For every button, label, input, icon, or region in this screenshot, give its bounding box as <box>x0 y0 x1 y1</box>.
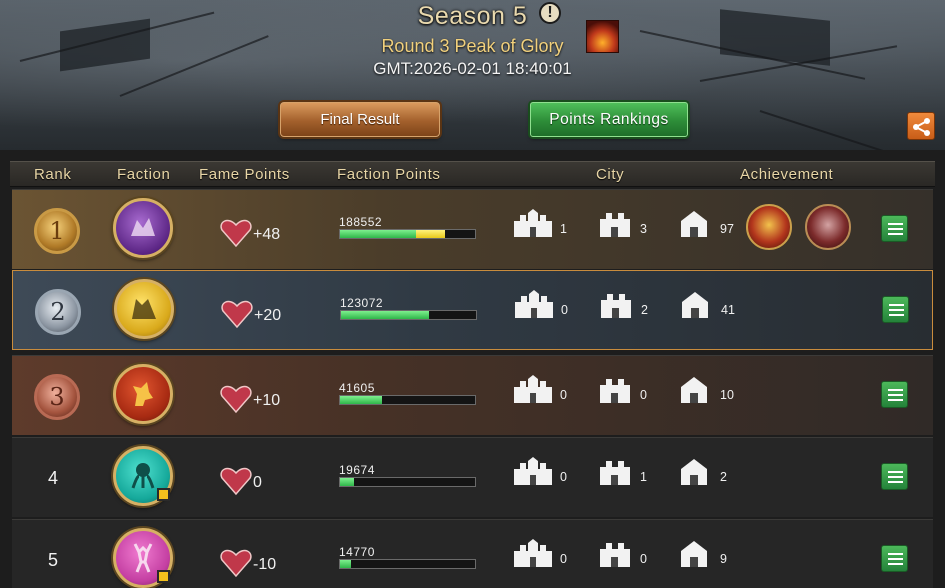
medium-city-count: 0 <box>640 552 647 566</box>
fame-points-value: +10 <box>253 392 281 409</box>
rank-number: 4 <box>48 468 59 488</box>
small-city-icon <box>681 541 707 567</box>
table-row[interactable]: 3 +10 41605 0 0 10 <box>12 355 933 435</box>
table-row[interactable]: 2 +20 123072 0 2 41 <box>12 270 933 350</box>
points-rankings-button[interactable]: Points Rankings <box>530 102 688 137</box>
fame-points-value: -10 <box>253 556 277 573</box>
share-button[interactable] <box>907 112 935 140</box>
rank-medal-silver: 2 <box>35 289 81 335</box>
column-achievement: Achievement <box>740 166 834 183</box>
faction-points-value: 188552 <box>339 215 383 229</box>
large-city-count: 1 <box>560 222 567 236</box>
rank-medal-bronze: 3 <box>34 374 80 420</box>
large-city-count: 0 <box>560 388 567 402</box>
medium-city-icon <box>600 461 630 485</box>
small-city-icon <box>681 211 707 237</box>
achievement-badge[interactable] <box>805 204 851 250</box>
table-row[interactable]: 4 0 19674 0 1 2 <box>12 437 933 517</box>
column-city: City <box>596 166 625 183</box>
bar-yellow-segment <box>415 230 446 238</box>
medium-city-icon <box>600 379 630 403</box>
season-title: Season 5 <box>417 2 528 30</box>
achievement-badge[interactable] <box>746 204 792 250</box>
small-city-count: 9 <box>720 552 727 566</box>
large-city-icon <box>514 457 552 485</box>
small-city-count: 2 <box>720 470 727 484</box>
medium-city-count: 3 <box>640 222 647 236</box>
small-city-count: 97 <box>720 222 734 236</box>
fame-heart-icon <box>221 300 253 329</box>
small-city-count: 41 <box>721 303 735 317</box>
banner-spear <box>759 110 903 150</box>
faction-points-value: 19674 <box>339 463 375 477</box>
details-button[interactable] <box>881 545 908 572</box>
column-faction-points: Faction Points <box>337 166 441 183</box>
large-city-icon <box>514 375 552 403</box>
small-city-icon <box>681 459 707 485</box>
fame-heart-icon <box>220 219 252 248</box>
final-result-button[interactable]: Final Result <box>280 102 440 137</box>
fame-heart-icon <box>220 467 252 496</box>
table-row[interactable]: 5 -10 14770 0 0 9 <box>12 519 933 588</box>
faction-points-bar <box>339 559 476 569</box>
faction-emblem-lion[interactable] <box>113 364 173 424</box>
medium-city-count: 1 <box>640 470 647 484</box>
details-button[interactable] <box>882 296 909 323</box>
column-rank: Rank <box>34 166 72 183</box>
faction-marker-icon <box>157 488 170 501</box>
faction-emblem-dragon[interactable] <box>113 198 173 258</box>
fame-points-value: +20 <box>254 307 282 324</box>
faction-points-bar <box>339 477 476 487</box>
medium-city-icon <box>601 294 631 318</box>
fame-points-value: +48 <box>253 226 281 243</box>
details-button[interactable] <box>881 381 908 408</box>
small-city-count: 10 <box>720 388 734 402</box>
faction-points-value: 14770 <box>339 545 375 559</box>
medium-city-icon <box>600 213 630 237</box>
info-icon[interactable]: ! <box>539 2 561 24</box>
stag-sigil-icon <box>133 543 153 573</box>
medium-city-icon <box>600 543 630 567</box>
table-row[interactable]: 1 +48 188552 1 3 97 <box>12 189 933 269</box>
faction-emblem-wolf[interactable] <box>114 279 174 339</box>
round-title: Round 3 Peak of Glory <box>381 36 564 56</box>
wolf-sigil-icon <box>132 299 156 319</box>
round-emblem-icon <box>586 20 619 53</box>
gmt-timestamp: GMT:2026-02-01 18:40:01 <box>373 59 572 78</box>
dragon-sigil-icon <box>131 218 155 236</box>
small-city-icon <box>681 377 707 403</box>
rank-medal-gold: 1 <box>34 208 80 254</box>
faction-points-value: 123072 <box>340 296 384 310</box>
medium-city-count: 0 <box>640 388 647 402</box>
large-city-count: 0 <box>560 470 567 484</box>
column-fame-points: Fame Points <box>199 166 290 183</box>
share-icon <box>913 118 930 136</box>
faction-points-value: 41605 <box>339 381 375 395</box>
fame-heart-icon <box>220 549 252 578</box>
faction-points-bar <box>339 229 476 239</box>
details-button[interactable] <box>881 215 908 242</box>
rank-number: 5 <box>48 550 59 570</box>
faction-points-bar <box>340 310 477 320</box>
large-city-icon <box>514 209 552 237</box>
large-city-icon <box>514 539 552 567</box>
faction-points-bar <box>339 395 476 405</box>
fame-points-value: 0 <box>253 474 262 491</box>
kraken-sigil-icon <box>131 463 155 489</box>
faction-marker-icon <box>157 570 170 583</box>
details-button[interactable] <box>881 463 908 490</box>
lion-sigil-icon <box>133 382 153 406</box>
large-city-count: 0 <box>561 303 568 317</box>
medium-city-count: 2 <box>641 303 648 317</box>
column-faction: Faction <box>117 166 171 183</box>
small-city-icon <box>682 292 708 318</box>
large-city-count: 0 <box>560 552 567 566</box>
large-city-icon <box>515 290 553 318</box>
fame-heart-icon <box>220 385 252 414</box>
